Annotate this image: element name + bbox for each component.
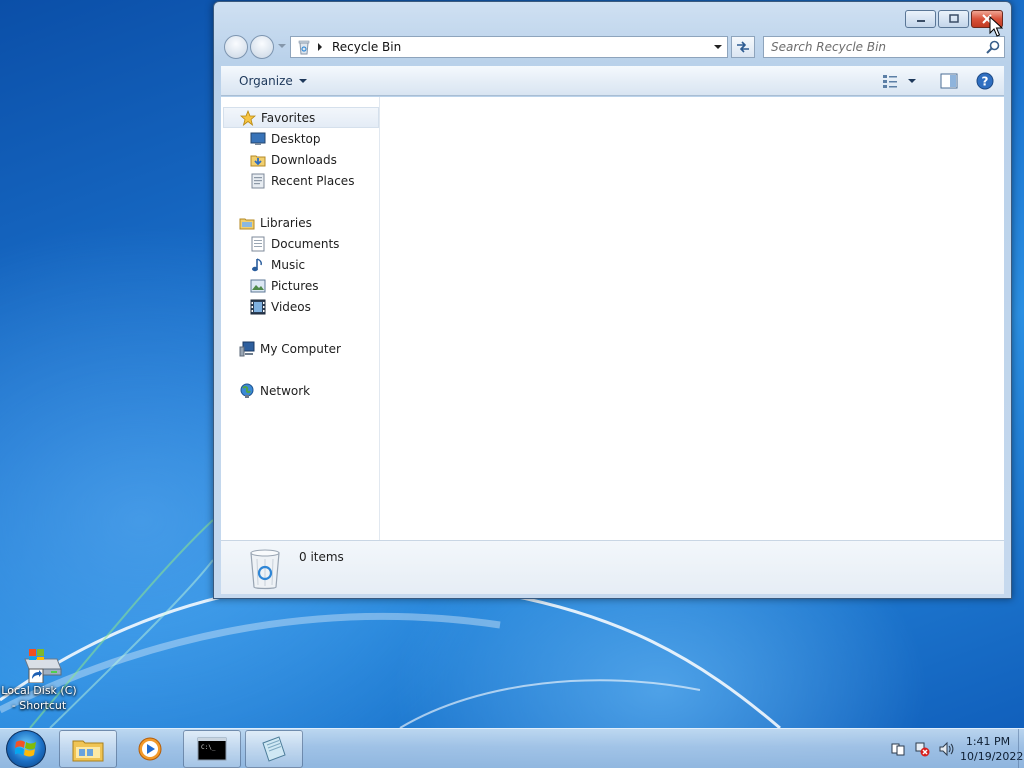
nav-my-computer[interactable]: My Computer: [239, 338, 341, 359]
desktop-shortcut-local-disk[interactable]: Local Disk (C) - Shortcut: [0, 645, 78, 713]
cmd-icon: C:\_: [197, 737, 227, 761]
chevron-down-icon: [908, 79, 916, 83]
details-pane: 0 items: [221, 540, 1004, 594]
organize-label: Organize: [239, 74, 293, 88]
breadcrumb-recycle-bin[interactable]: Recycle Bin: [332, 40, 709, 54]
folder-icon: [72, 740, 104, 762]
search-box[interactable]: [763, 36, 1005, 58]
view-options-icon: [883, 75, 897, 88]
notification-area: [890, 741, 954, 757]
nav-recent-places[interactable]: Recent Places: [250, 170, 354, 191]
nav-music-label: Music: [271, 257, 306, 272]
search-input[interactable]: [771, 40, 985, 54]
toolbar-right: ?: [882, 72, 994, 90]
preview-pane-button[interactable]: [940, 72, 958, 90]
nav-favorites-label: Favorites: [261, 110, 316, 125]
recycle-bin-icon: [298, 40, 310, 55]
nav-videos[interactable]: Videos: [250, 296, 311, 317]
nav-downloads-label: Downloads: [271, 152, 337, 167]
address-bar[interactable]: Recycle Bin: [290, 36, 728, 58]
desktop-shortcut-label: Local Disk (C) - Shortcut: [1, 684, 77, 712]
taskbar-cmd-button[interactable]: C:\_: [183, 730, 241, 768]
taskbar: C:\_ 1:41 PM 10/19/2022: [0, 728, 1024, 768]
preview-pane-icon: [940, 73, 958, 89]
nav-pictures-label: Pictures: [271, 278, 319, 293]
taskbar-notepad-button[interactable]: [245, 730, 303, 768]
maximize-button[interactable]: [938, 10, 969, 28]
start-button[interactable]: [6, 730, 46, 768]
clock-date: 10/19/2022: [960, 750, 1024, 763]
nav-pictures[interactable]: Pictures: [250, 275, 319, 296]
taskbar-explorer-button[interactable]: [59, 730, 117, 768]
change-view-button[interactable]: [882, 74, 916, 88]
nav-desktop-label: Desktop: [271, 131, 321, 146]
videos-icon: [250, 299, 266, 314]
nav-desktop[interactable]: Desktop: [250, 128, 321, 149]
nav-videos-label: Videos: [271, 299, 311, 314]
nav-recent-places-label: Recent Places: [271, 173, 355, 188]
nav-music[interactable]: Music: [250, 254, 305, 275]
breadcrumb-separator-icon[interactable]: [318, 43, 322, 51]
pictures-icon: [250, 279, 266, 292]
address-history-dropdown[interactable]: [709, 37, 727, 57]
content-area: Favorites Desktop Downloads Recent Place…: [221, 97, 1004, 540]
network-disconnected-icon[interactable]: [914, 741, 930, 757]
nav-network-label: Network: [260, 383, 311, 398]
action-center-flag-icon[interactable]: [890, 741, 906, 757]
recycle-bin-icon: [250, 549, 280, 590]
desktop-icon: [250, 132, 266, 145]
computer-icon: [239, 341, 255, 356]
music-icon: [252, 257, 262, 271]
command-bar: Organize ?: [221, 66, 1004, 96]
maximize-icon: [948, 14, 959, 23]
media-player-icon: [138, 737, 162, 761]
nav-libraries-label: Libraries: [260, 215, 312, 230]
nav-network[interactable]: Network: [239, 380, 310, 401]
explorer-window: Recycle Bin Organize: [213, 1, 1012, 599]
file-list-pane[interactable]: [381, 97, 1004, 540]
libraries-icon: [239, 218, 255, 229]
refresh-button[interactable]: [731, 36, 755, 58]
chevron-down-icon: [714, 45, 722, 49]
nav-downloads[interactable]: Downloads: [250, 149, 337, 170]
minimize-icon: [916, 20, 925, 22]
search-icon: [986, 40, 1000, 54]
help-icon: ?: [976, 72, 994, 90]
notepad-icon: [262, 736, 286, 762]
windows-logo-icon: [15, 740, 36, 757]
back-button[interactable]: [224, 35, 248, 59]
recent-pages-dropdown[interactable]: [278, 44, 286, 48]
taskbar-media-player-button[interactable]: [121, 730, 179, 768]
nav-documents-label: Documents: [271, 236, 340, 251]
organize-button[interactable]: Organize: [239, 74, 307, 88]
clock-time: 1:41 PM: [965, 735, 1011, 748]
drive-shortcut-icon: [15, 645, 63, 684]
svg-text:C:\_: C:\_: [201, 744, 216, 751]
refresh-icon: [737, 41, 749, 53]
navigation-pane: Favorites Desktop Downloads Recent Place…: [221, 97, 380, 540]
recent-places-icon: [251, 173, 265, 188]
downloads-icon: [250, 155, 266, 166]
navigation-bar: Recycle Bin: [222, 34, 1005, 62]
show-desktop-button[interactable]: [1018, 729, 1024, 768]
forward-button[interactable]: [250, 35, 274, 59]
chevron-down-icon: [298, 79, 307, 83]
network-icon: [240, 383, 254, 398]
help-button[interactable]: ?: [976, 72, 994, 90]
taskbar-clock[interactable]: 1:41 PM 10/19/2022: [960, 734, 1024, 764]
item-count: 0 items: [299, 550, 344, 564]
minimize-button[interactable]: [905, 10, 936, 28]
documents-icon: [251, 236, 265, 251]
nav-documents[interactable]: Documents: [250, 233, 339, 254]
svg-text:?: ?: [982, 75, 989, 89]
volume-icon[interactable]: [938, 741, 954, 757]
mouse-cursor-icon: [989, 16, 1003, 37]
nav-libraries[interactable]: Libraries: [239, 212, 312, 233]
star-icon: [240, 109, 256, 126]
nav-favorites[interactable]: Favorites: [223, 107, 379, 128]
nav-my-computer-label: My Computer: [260, 341, 341, 356]
